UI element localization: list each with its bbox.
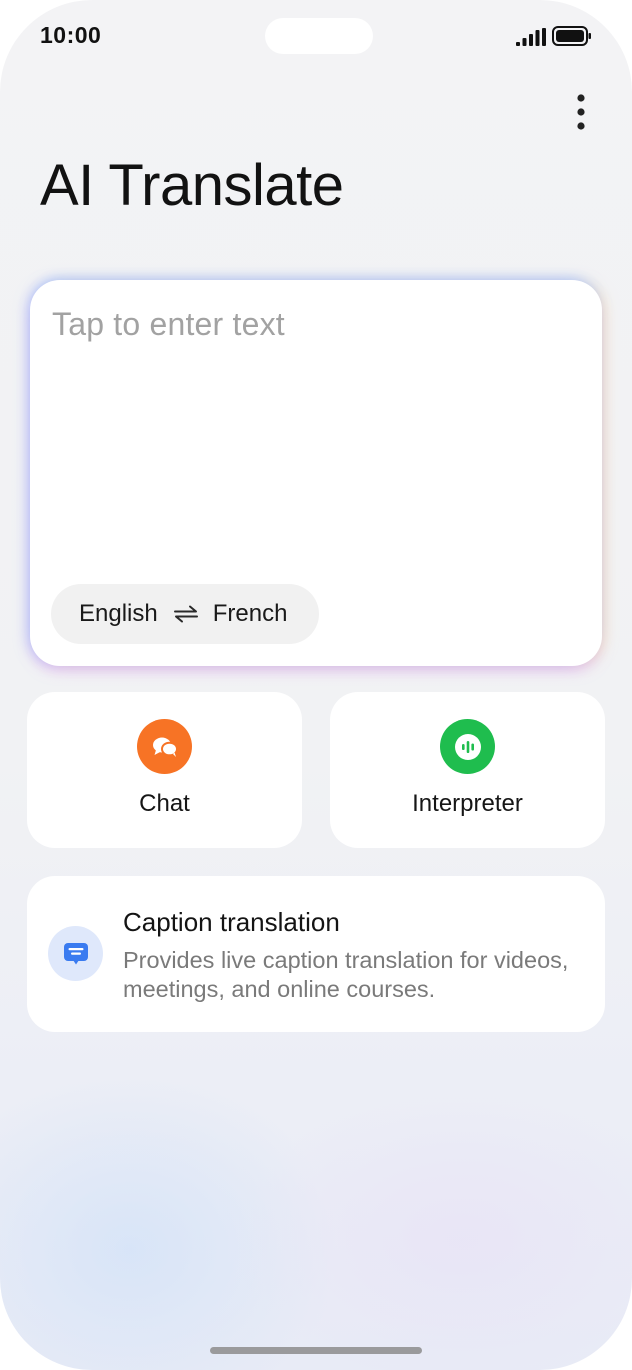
text-input-area[interactable]: Tap to enter text English French	[30, 280, 602, 666]
home-indicator[interactable]	[210, 1347, 422, 1354]
chat-bubbles-icon	[137, 719, 192, 774]
target-language[interactable]: French	[213, 600, 288, 628]
more-options-button[interactable]	[564, 90, 598, 134]
audio-wave-icon	[440, 719, 495, 774]
input-placeholder: Tap to enter text	[52, 306, 285, 342]
phone-screen: 10:00 AI Translate Tap to enter text Eng…	[0, 0, 632, 1370]
source-language[interactable]: English	[79, 600, 158, 628]
battery-icon	[552, 26, 591, 46]
caption-title: Caption translation	[123, 907, 340, 937]
caption-translation-card[interactable]: Caption translation Provides live captio…	[27, 876, 605, 1032]
page-title: AI Translate	[40, 153, 344, 218]
more-vertical-icon	[577, 94, 585, 130]
chat-tile[interactable]: Chat	[27, 692, 302, 848]
language-selector[interactable]: English French	[51, 584, 319, 644]
status-time: 10:00	[40, 22, 102, 48]
subtitles-icon	[48, 926, 103, 981]
camera-notch	[265, 18, 373, 54]
swap-arrows-icon[interactable]	[173, 605, 198, 623]
cellular-signal-icon	[516, 28, 546, 46]
chat-label: Chat	[139, 790, 190, 817]
interpreter-tile[interactable]: Interpreter	[330, 692, 605, 848]
caption-description: Provides live caption translation for vi…	[123, 947, 569, 1002]
interpreter-label: Interpreter	[412, 790, 523, 817]
